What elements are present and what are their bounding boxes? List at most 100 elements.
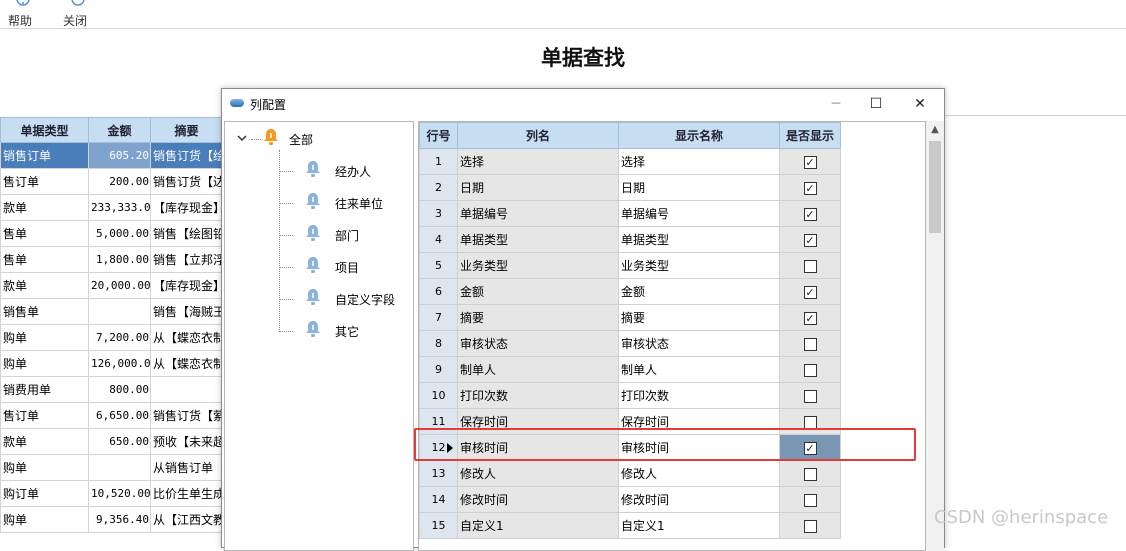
visible-checkbox[interactable]: [803, 363, 817, 377]
table-row[interactable]: 购单 从销售订单【: [0, 454, 223, 481]
minimize-button[interactable]: ─: [816, 89, 856, 119]
row-number: 10: [419, 382, 458, 409]
close-button[interactable]: 关闭: [63, 0, 93, 29]
column-name-cell: 审核时间: [457, 434, 619, 461]
table-row[interactable]: 售订单 200.00 销售订货【达: [0, 168, 223, 195]
tree-item-label: 经办人: [335, 165, 372, 179]
table-row[interactable]: 9 制单人 制单人: [419, 356, 841, 383]
visible-cell: [779, 460, 841, 487]
table-row[interactable]: 销售订单 605.20 销售订货【绘: [0, 142, 223, 169]
visible-checkbox[interactable]: [803, 337, 817, 351]
tree-root-all[interactable]: 全部: [235, 128, 355, 150]
column-name-cell: 打印次数: [457, 382, 619, 409]
tree-item[interactable]: 经办人: [295, 160, 405, 182]
table-row[interactable]: 8 审核状态 审核状态: [419, 330, 841, 357]
help-button[interactable]: 帮助: [8, 0, 38, 29]
dialog-close-button[interactable]: ✕: [900, 89, 940, 119]
table-row[interactable]: 6 金额 金额 ✓: [419, 278, 841, 305]
column-header-summary[interactable]: 摘要: [150, 117, 223, 143]
table-row[interactable]: 7 摘要 摘要 ✓: [419, 304, 841, 331]
tree-item[interactable]: 其它: [295, 320, 405, 342]
display-name-cell[interactable]: 金额: [618, 278, 780, 305]
table-row[interactable]: 售单 5,000.00 销售【绘图铅: [0, 220, 223, 247]
table-row[interactable]: 13 修改人 修改人: [419, 460, 841, 487]
column-header-row-no[interactable]: 行号: [419, 122, 458, 149]
visible-checkbox[interactable]: [803, 467, 817, 481]
scroll-up-icon[interactable]: ▲: [926, 121, 944, 139]
column-header-visible[interactable]: 是否显示: [779, 122, 841, 149]
dialog-titlebar[interactable]: 列配置 ─ ☐ ✕: [222, 89, 944, 119]
display-name-cell[interactable]: 制单人: [618, 356, 780, 383]
tree-item[interactable]: 往来单位: [295, 192, 405, 214]
table-row[interactable]: 15 自定义1 自定义1: [419, 512, 841, 539]
display-name-cell[interactable]: 审核状态: [618, 330, 780, 357]
display-name-cell[interactable]: 摘要: [618, 304, 780, 331]
display-name-cell[interactable]: 审核时间: [618, 434, 780, 461]
table-row[interactable]: 销售单 销售【海贼王: [0, 298, 223, 325]
table-row[interactable]: 3 单据编号 单据编号 ✓: [419, 200, 841, 227]
vertical-scrollbar[interactable]: ▲: [926, 121, 944, 551]
visible-checkbox[interactable]: ✓: [803, 207, 817, 221]
display-name-cell[interactable]: 修改人: [618, 460, 780, 487]
visible-checkbox[interactable]: [803, 259, 817, 273]
visible-checkbox[interactable]: ✓: [803, 285, 817, 299]
display-name-cell[interactable]: 业务类型: [618, 252, 780, 279]
table-row[interactable]: 购单 9,356.40 从【江西文教: [0, 506, 223, 533]
column-header-display-name[interactable]: 显示名称: [618, 122, 780, 149]
table-row[interactable]: 14 修改时间 修改时间: [419, 486, 841, 513]
display-name-cell[interactable]: 单据类型: [618, 226, 780, 253]
tree-item[interactable]: 自定义字段: [295, 288, 405, 310]
column-header-column-name[interactable]: 列名: [457, 122, 619, 149]
cell-amount: 233,333.00: [88, 194, 151, 221]
table-row[interactable]: 2 日期 日期 ✓: [419, 174, 841, 201]
column-header-type[interactable]: 单据类型: [0, 117, 89, 143]
column-name-cell: 业务类型: [457, 252, 619, 279]
table-row[interactable]: 1 选择 选择 ✓: [419, 148, 841, 175]
table-row[interactable]: 款单 650.00 预收【未来超: [0, 428, 223, 455]
table-row[interactable]: 11 保存时间 保存时间: [419, 408, 841, 435]
current-row-indicator: [447, 443, 453, 453]
table-row[interactable]: 购单126,000.00从【蝶恋衣制: [0, 350, 223, 377]
visible-checkbox[interactable]: [803, 415, 817, 429]
table-row[interactable]: 销费用单 800.00: [0, 376, 223, 403]
table-row[interactable]: 售单 1,800.00 销售【立邦浮: [0, 246, 223, 273]
column-header-amount[interactable]: 金额: [88, 117, 151, 143]
display-name-cell[interactable]: 修改时间: [618, 486, 780, 513]
table-row[interactable]: 购单 7,200.00 从【蝶恋衣制: [0, 324, 223, 351]
visible-cell: ✓: [779, 434, 841, 461]
visible-checkbox[interactable]: ✓: [803, 155, 817, 169]
chevron-down-icon: [237, 135, 247, 142]
visible-checkbox[interactable]: [803, 389, 817, 403]
tree-item[interactable]: 项目: [295, 256, 405, 278]
table-row[interactable]: 购订单 10,520.00 比价生单生成: [0, 480, 223, 507]
row-number: 7: [419, 304, 458, 331]
cell-amount: [88, 298, 151, 325]
table-row[interactable]: 款单 20,000.00 【库存现金】: [0, 272, 223, 299]
display-name-cell[interactable]: 选择: [618, 148, 780, 175]
row-number: 4: [419, 226, 458, 253]
tree-item-label: 往来单位: [335, 197, 384, 211]
table-row[interactable]: 10 打印次数 打印次数: [419, 382, 841, 409]
visible-checkbox[interactable]: ✓: [803, 181, 817, 195]
visible-checkbox[interactable]: ✓: [803, 233, 817, 247]
tree-item[interactable]: 部门: [295, 224, 405, 246]
table-row[interactable]: 5 业务类型 业务类型: [419, 252, 841, 279]
display-name-cell[interactable]: 自定义1: [618, 512, 780, 539]
scrollbar-thumb[interactable]: [929, 141, 941, 233]
visible-checkbox[interactable]: [803, 519, 817, 533]
visible-checkbox[interactable]: [803, 493, 817, 507]
display-name-cell[interactable]: 保存时间: [618, 408, 780, 435]
cell-summary: 从【江西文教: [150, 506, 223, 533]
table-row[interactable]: 4 单据类型 单据类型 ✓: [419, 226, 841, 253]
table-row[interactable]: 12 审核时间 审核时间 ✓: [419, 434, 841, 461]
visible-checkbox[interactable]: ✓: [803, 311, 817, 325]
visible-checkbox[interactable]: ✓: [803, 441, 817, 455]
display-name-cell[interactable]: 打印次数: [618, 382, 780, 409]
display-name-cell[interactable]: 日期: [618, 174, 780, 201]
cell-type: 款单: [0, 428, 89, 455]
maximize-button[interactable]: ☐: [856, 89, 896, 119]
display-name-cell[interactable]: 单据编号: [618, 200, 780, 227]
table-row[interactable]: 售订单 6,650.00 销售订货【萦: [0, 402, 223, 429]
table-row[interactable]: 款单233,333.00【库存现金】: [0, 194, 223, 221]
document-table: 单据类型 金额 摘要 销售订单 605.20 销售订货【绘 售订单 200.00 销售订货…: [0, 117, 223, 533]
